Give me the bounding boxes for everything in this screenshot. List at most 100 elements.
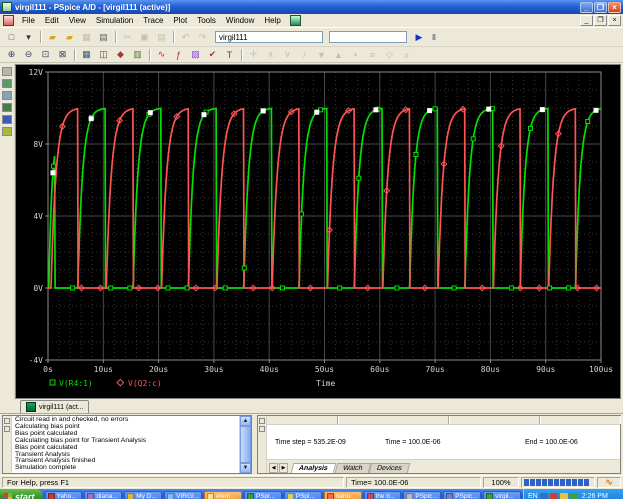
cursor-search-icon[interactable]: ≡ <box>365 48 380 62</box>
taskbar-clock[interactable]: 2:26 PM <box>582 493 608 499</box>
axis-settings-icon[interactable]: x <box>399 48 414 62</box>
menu-window[interactable]: Window <box>221 16 259 25</box>
gripper-close-icon-2[interactable] <box>259 418 265 424</box>
tray-icon-network[interactable] <box>539 492 548 499</box>
simulation-profile-combobox[interactable]: virgil111 <box>215 31 323 43</box>
output-scrollbar[interactable]: ▲ ▼ <box>239 416 251 473</box>
menu-trace[interactable]: Trace <box>138 16 168 25</box>
taskbar-button-7[interactable]: PSpi... <box>283 490 322 499</box>
toolbar-separator <box>241 48 242 61</box>
zoom-out-icon[interactable]: ⊖ <box>21 48 36 62</box>
language-indicator[interactable]: EN <box>528 493 538 499</box>
paste-icon[interactable]: ▤ <box>154 30 169 44</box>
menu-help[interactable]: Help <box>259 16 285 25</box>
menu-plot[interactable]: Plot <box>168 16 192 25</box>
tray-icon-volume[interactable] <box>569 492 578 499</box>
cursor-max-icon[interactable]: ▲ <box>331 48 346 62</box>
scroll-thumb[interactable] <box>240 426 251 463</box>
taskbar-button-3[interactable]: My D... <box>124 490 163 499</box>
zoom-area-icon[interactable]: ⊡ <box>38 48 53 62</box>
taskbar-button-12[interactable]: virgil... <box>483 490 522 499</box>
maximize-button[interactable]: ❐ <box>594 1 607 13</box>
start-button[interactable]: start <box>0 489 43 499</box>
schematic-icon[interactable] <box>2 79 12 88</box>
output-window-gripper[interactable] <box>3 416 12 473</box>
output-file-icon[interactable] <box>2 103 12 112</box>
minimize-button[interactable]: _ <box>580 1 593 13</box>
mdi-close-button[interactable]: × <box>608 15 621 26</box>
display-control-icon[interactable]: ▥ <box>130 48 145 62</box>
tab-scroll-left-icon[interactable]: ◀ <box>269 463 278 473</box>
taskbar-button-6[interactable]: PSpi... <box>243 490 282 499</box>
cut-icon[interactable]: ✂ <box>120 30 135 44</box>
menu-edit[interactable]: Edit <box>40 16 64 25</box>
mark-data-points-icon[interactable]: ◆ <box>113 48 128 62</box>
mdi-minimize-button[interactable]: _ <box>580 15 593 26</box>
goal-function-icon[interactable]: ✔ <box>205 48 220 62</box>
menu-view[interactable]: View <box>64 16 91 25</box>
menu-tools[interactable]: Tools <box>192 16 221 25</box>
taskbar-button-2[interactable]: diana... <box>84 490 123 499</box>
undo-icon[interactable]: ↶ <box>178 30 193 44</box>
mark-label-icon[interactable]: ◇ <box>382 48 397 62</box>
run-simulation-button[interactable]: ▶ <box>411 31 427 44</box>
tab-analysis[interactable]: Analysis <box>290 463 337 473</box>
gripper-pin-icon-2[interactable] <box>259 426 265 432</box>
taskbar-button-8[interactable]: nanu... <box>323 490 362 499</box>
taskbar-button-4[interactable]: VIRGI... <box>164 490 203 499</box>
taskbar-button-label: My D... <box>136 493 157 499</box>
taskbar-button-5[interactable]: elem... <box>204 490 242 499</box>
open-file-icon[interactable]: ▰ <box>45 30 60 44</box>
new-file-icon[interactable]: □ <box>4 30 19 44</box>
probe-plot-window[interactable]: 0s 10us 20us 30us 40us 50us 60us 70us 80us 90us 10… <box>15 64 621 399</box>
tab-watch[interactable]: Watch <box>334 463 371 473</box>
zoom-in-icon[interactable]: ⊕ <box>4 48 19 62</box>
menu-file[interactable]: File <box>17 16 40 25</box>
new-plot-icon[interactable]: ▦ <box>79 48 94 62</box>
legend-trace-1[interactable]: V(R4:1) <box>59 379 93 388</box>
run-target-combobox[interactable] <box>329 31 407 43</box>
eval-function-icon[interactable]: ƒ <box>171 48 186 62</box>
workbook-icon[interactable] <box>2 115 12 124</box>
legend-trace-2[interactable]: V(Q2:c) <box>128 379 162 388</box>
add-trace-icon[interactable]: ∿ <box>154 48 169 62</box>
taskbar-button-9[interactable]: the b... <box>363 490 402 499</box>
copy-icon[interactable]: ▣ <box>137 30 152 44</box>
open-workspace-icon[interactable]: ▰ <box>62 30 77 44</box>
zoom-fit-icon[interactable]: ⊠ <box>55 48 70 62</box>
gripper-close-icon[interactable] <box>4 418 10 424</box>
scroll-up-icon[interactable]: ▲ <box>240 416 251 426</box>
document-tab[interactable]: virgil111 (act... <box>20 400 90 413</box>
taskbar-button-10[interactable]: PSpic... <box>403 490 442 499</box>
cursor-point-icon[interactable]: • <box>348 48 363 62</box>
tray-icon-update[interactable] <box>559 492 568 499</box>
scroll-down-icon[interactable]: ▼ <box>240 463 251 473</box>
macro-icon[interactable]: ▧ <box>188 48 203 62</box>
xy-plot-icon[interactable]: ◫ <box>96 48 111 62</box>
taskbar-button-11[interactable]: PSpic... <box>443 490 482 499</box>
close-button[interactable]: × <box>608 1 621 13</box>
cursor-toggle-icon[interactable]: ✛ <box>246 48 261 62</box>
save-icon[interactable]: ▦ <box>79 30 94 44</box>
netlist-icon[interactable] <box>2 91 12 100</box>
tab-scroll-right-icon[interactable]: ▶ <box>279 463 288 473</box>
simulation-status-icon[interactable] <box>2 67 12 76</box>
tab-devices[interactable]: Devices <box>369 463 411 473</box>
taskbar-button-1[interactable]: Yaho... <box>44 490 83 499</box>
gripper-pin-icon[interactable] <box>4 426 10 432</box>
text-label-icon[interactable]: T <box>222 48 237 62</box>
menu-simulation[interactable]: Simulation <box>91 16 138 25</box>
output-window: Circuit read in and checked, no errors Ca… <box>2 415 252 474</box>
status-window-gripper[interactable] <box>258 416 267 473</box>
cursor-slope-icon[interactable]: / <box>297 48 312 62</box>
cursor-min-icon[interactable]: ▼ <box>314 48 329 62</box>
mdi-restore-button[interactable]: ❐ <box>594 15 607 26</box>
new-file-dropdown[interactable]: ▾ <box>21 30 36 44</box>
cursor-peak-icon[interactable]: ∧ <box>263 48 278 62</box>
pause-simulation-button[interactable]: ‖ <box>427 31 441 44</box>
redo-icon[interactable]: ↷ <box>195 30 210 44</box>
data-file-icon[interactable] <box>2 127 12 136</box>
print-icon[interactable]: ▤ <box>96 30 111 44</box>
cursor-trough-icon[interactable]: ∨ <box>280 48 295 62</box>
tray-icon-antivirus[interactable] <box>549 492 558 499</box>
